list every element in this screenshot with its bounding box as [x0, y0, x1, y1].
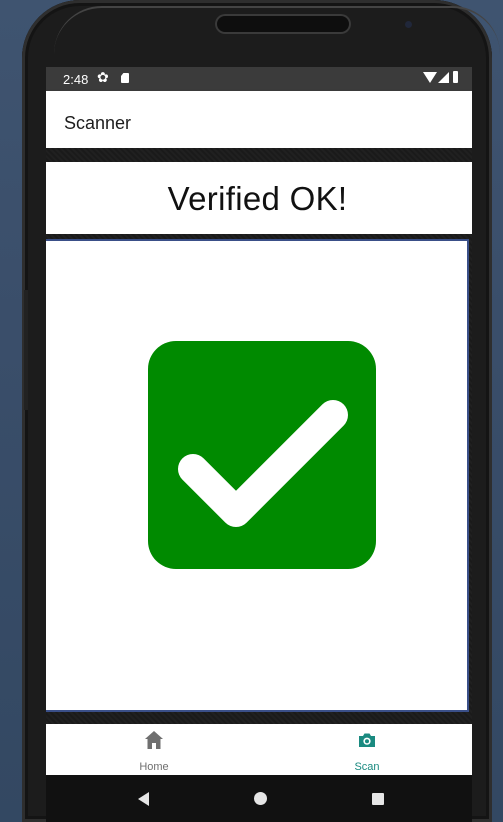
recents-button[interactable]	[372, 793, 384, 805]
gear-icon: ✿	[97, 69, 109, 85]
battery-icon	[453, 71, 458, 83]
earpiece-speaker	[215, 14, 351, 34]
camera-icon	[359, 733, 375, 747]
verification-status-panel: Verified OK!	[46, 162, 472, 234]
device-screen: 2:48 ✿ Scanner Verified OK! Home Scan	[46, 67, 472, 822]
verification-result-panel	[46, 239, 469, 712]
nav-label-home: Home	[139, 761, 169, 773]
nav-label-scan: Scan	[354, 761, 380, 773]
front-camera	[405, 21, 412, 28]
bottom-navigation: Home Scan	[46, 724, 472, 775]
status-time: 2:48	[63, 72, 89, 87]
home-icon	[145, 731, 163, 749]
home-button[interactable]	[254, 792, 267, 805]
back-button[interactable]	[138, 792, 149, 806]
check-box-background	[148, 341, 376, 569]
nav-item-scan[interactable]: Scan	[312, 724, 422, 775]
system-navigation-bar	[46, 775, 472, 822]
signal-icon	[438, 72, 449, 83]
sd-card-icon	[121, 73, 129, 83]
check-box-icon	[148, 341, 376, 569]
wifi-icon	[423, 72, 437, 83]
nav-item-home[interactable]: Home	[99, 724, 209, 775]
app-bar: Scanner	[46, 91, 472, 148]
verification-message: Verified OK!	[167, 180, 348, 217]
status-bar: 2:48 ✿	[46, 67, 472, 91]
app-title: Scanner	[64, 113, 132, 133]
phone-side-button	[24, 290, 28, 410]
